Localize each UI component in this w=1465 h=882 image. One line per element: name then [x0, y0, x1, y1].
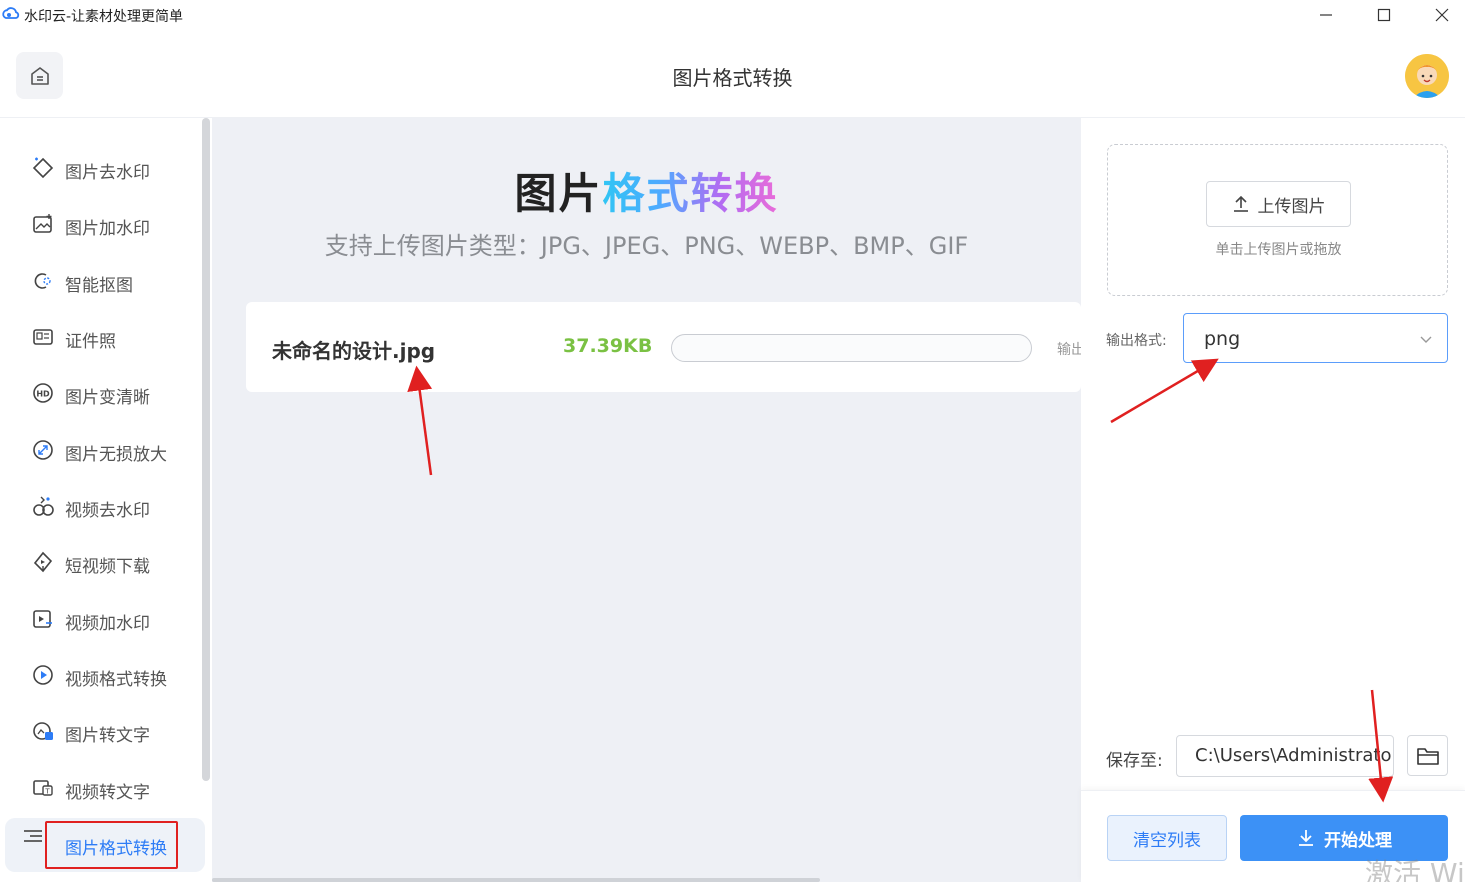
chevron-down-icon	[1420, 336, 1432, 343]
hd-icon: HD	[33, 383, 53, 403]
cutout-icon	[34, 273, 51, 289]
download-icon	[1299, 830, 1313, 846]
sidebar-item-label: 短视频下载	[65, 557, 150, 577]
sidebar-item-video-format-convert[interactable]: 视频格式转换	[0, 653, 200, 697]
save-path-input[interactable]: C:\Users\Administrator	[1176, 735, 1394, 777]
avatar[interactable]	[1405, 54, 1449, 98]
sidebar-item-label: 证件照	[65, 332, 116, 352]
sidebar-item-label: 智能抠图	[65, 276, 133, 296]
sidebar: 图片去水印 图片加水印 智能抠图 证件照 HD 图片变清晰 图片无损放大 视频去…	[0, 118, 212, 882]
sidebar-item-image-format-convert[interactable]: 图片格式转换	[5, 818, 205, 872]
image-add-icon	[33, 214, 52, 233]
video-download-icon	[33, 551, 53, 573]
hero-title-part1: 图片	[514, 169, 603, 218]
save-path-value: C:\Users\Administrator	[1195, 745, 1394, 766]
sidebar-item-label: 图片去水印	[65, 163, 150, 183]
id-card-icon	[33, 329, 53, 345]
hero-title: 图片格式转换	[212, 160, 1081, 221]
maximize-button[interactable]	[1355, 0, 1413, 30]
output-format-value: png	[1204, 328, 1241, 350]
sidebar-item-image-to-text[interactable]: 图片转文字	[0, 709, 200, 753]
settings-panel: 上传图片 单击上传图片或拖放 输出格式: png 保存至: C:\Users\A…	[1081, 118, 1465, 882]
video-text-icon: T	[33, 780, 53, 796]
horizontal-scrollbar[interactable]	[212, 878, 820, 882]
menu-icon	[24, 830, 42, 842]
hero-title-part2: 格式转换	[602, 169, 779, 218]
save-to-label: 保存至:	[1106, 751, 1163, 771]
title-bar: 水印云-让素材处理更简单	[0, 0, 1465, 30]
main-content: 图片格式转换 支持上传图片类型：JPG、JPEG、PNG、WEBP、BMP、GI…	[212, 118, 1085, 882]
clear-list-button[interactable]: 清空列表	[1107, 815, 1227, 861]
sidebar-item-label: 视频去水印	[65, 501, 150, 521]
file-name: 未命名的设计.jpg	[272, 339, 436, 363]
video-add-icon	[33, 610, 52, 628]
play-circle-icon	[33, 665, 53, 685]
browse-folder-button[interactable]	[1407, 735, 1448, 776]
upload-icon	[1233, 195, 1248, 212]
minimize-icon	[1320, 14, 1332, 16]
sidebar-item-image-remove-watermark[interactable]: 图片去水印	[0, 146, 200, 190]
page-title: 图片格式转换	[672, 66, 793, 90]
close-icon	[1435, 8, 1449, 22]
svg-text:T: T	[44, 788, 50, 796]
sidebar-item-image-add-watermark[interactable]: 图片加水印	[0, 202, 200, 246]
file-size: 37.39KB	[563, 335, 653, 357]
output-format-select[interactable]: png	[1183, 313, 1448, 363]
sidebar-item-short-video-download[interactable]: 短视频下载	[0, 540, 200, 584]
folder-icon	[1416, 747, 1439, 765]
activate-windows-watermark: 激活 Win	[1365, 857, 1465, 882]
sidebar-item-video-add-watermark[interactable]: 视频加水印	[0, 597, 200, 641]
close-button[interactable]	[1413, 0, 1465, 30]
minimize-button[interactable]	[1297, 0, 1355, 30]
sidebar-item-image-enhance[interactable]: HD 图片变清晰	[0, 371, 200, 415]
file-row: 未命名的设计.jpg 37.39KB 输出	[246, 302, 1085, 392]
enlarge-icon	[33, 440, 53, 460]
sidebar-item-label: 图片格式转换	[65, 839, 167, 859]
user-avatar-icon	[1405, 54, 1449, 98]
svg-text:HD: HD	[36, 390, 50, 399]
progress-bar	[671, 334, 1032, 362]
sidebar-item-label: 视频加水印	[65, 614, 150, 634]
upload-button-label: 上传图片	[1257, 196, 1326, 217]
sidebar-scrollbar[interactable]	[202, 118, 210, 781]
video-eraser-icon	[33, 496, 54, 516]
upload-hint: 单击上传图片或拖放	[1215, 242, 1342, 258]
sidebar-item-video-remove-watermark[interactable]: 视频去水印	[0, 484, 200, 528]
sidebar-item-video-to-text[interactable]: T 视频转文字	[0, 766, 200, 810]
sidebar-item-id-photo[interactable]: 证件照	[0, 315, 200, 359]
sidebar-item-label: 视频转文字	[65, 783, 150, 803]
sidebar-item-label: 图片变清晰	[65, 388, 150, 408]
sidebar-item-smart-cutout[interactable]: 智能抠图	[0, 259, 200, 303]
output-format-label: 输出格式:	[1106, 333, 1167, 349]
image-text-icon	[33, 722, 53, 740]
window-title: 水印云-让素材处理更简单	[24, 9, 184, 25]
cloud-logo-icon	[2, 7, 20, 19]
sidebar-item-label: 图片加水印	[65, 219, 150, 239]
app-header: 图片格式转换	[0, 30, 1465, 118]
sidebar-item-image-enlarge[interactable]: 图片无损放大	[0, 428, 200, 472]
app-window: 水印云-让素材处理更简单 图片格式转换 图片去水印 图片加水印 智能抠图 证件照…	[0, 0, 1465, 882]
sidebar-item-label: 图片转文字	[65, 726, 150, 746]
eraser-icon	[32, 157, 54, 179]
maximize-icon	[1377, 8, 1391, 22]
sidebar-item-label: 视频格式转换	[65, 670, 167, 690]
start-button-label: 开始处理	[1324, 830, 1392, 851]
sidebar-item-label: 图片无损放大	[65, 445, 167, 465]
supported-types-text: 支持上传图片类型：JPG、JPEG、PNG、WEBP、BMP、GIF	[324, 232, 969, 260]
upload-dropzone[interactable]: 上传图片 单击上传图片或拖放	[1107, 144, 1448, 296]
upload-image-button[interactable]: 上传图片	[1206, 181, 1351, 227]
